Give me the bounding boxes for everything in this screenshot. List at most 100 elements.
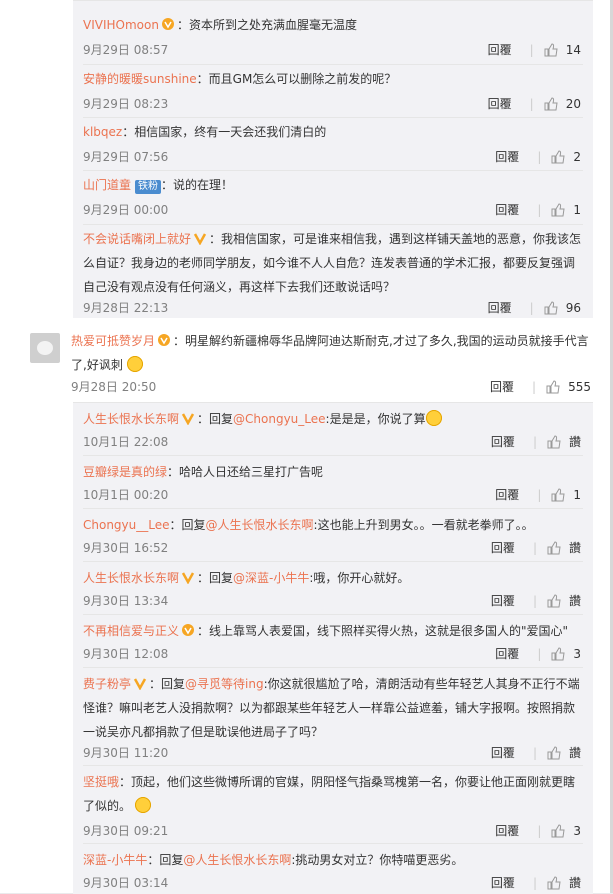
mention-link[interactable]: @人生长恨水长东啊 [206,518,314,532]
avatar[interactable] [30,333,60,363]
reply-item: Chongyu__Lee：回复@人生长恨水长东啊:这也能上升到男女。。一看就老拳… [73,509,593,562]
reply-prefix: ：回复 [197,412,234,426]
divider: | [532,379,537,394]
thumb-up-icon[interactable] [547,593,561,608]
reply-item: 山门道童 铁粉 ：说的在理！ 9月29日 00:00 回覆 | 1 [73,171,593,225]
reply-button[interactable]: 回覆 [491,744,515,761]
like-count: 3 [573,823,581,838]
thumb-up-icon[interactable] [546,379,560,394]
reply-button[interactable]: 回覆 [491,433,515,450]
vip-icon [161,18,174,30]
reply-button[interactable]: 回覆 [495,148,519,165]
reply-button[interactable]: 回覆 [495,822,519,839]
reply-item: 人生长恨水长东啊 ：回复@深蓝-小牛牛:哦，你开心就好。 9月30日 13:34 … [73,562,593,615]
divider: | [532,540,537,555]
reply-prefix: ：回复 [149,677,186,691]
reply-button[interactable]: 回覆 [488,95,512,112]
reply-item: 深蓝-小牛牛：回复@人生长恨水长东啊:挑动男女对立？你特喵更恶劣。 9月30日 … [73,844,593,894]
thumb-up-icon[interactable] [547,875,561,890]
thumb-up-icon[interactable] [544,42,558,57]
comment-feed: VIVIHOmoon ：资本所到之处充满血腥毫无温度 9月29日 08:57 回覆… [0,0,613,894]
thumb-up-icon[interactable] [544,300,558,315]
smile-emoji-icon [126,356,143,372]
commenter-name[interactable]: 人生长恨水长东啊 [83,412,179,426]
reply-item: VIVIHOmoon ：资本所到之处充满血腥毫无温度 9月29日 08:57 回覆… [73,1,593,65]
commenter-name[interactable]: 费子粉亭 [83,677,131,691]
commenter-name[interactable]: 不会说话嘴闭上就好 [83,232,191,246]
like-count: 1 [573,487,581,502]
commenter-name[interactable]: 不再相信爱与正义 [83,624,179,638]
reply-button[interactable]: 回覆 [495,645,519,662]
comment-time: 9月29日 08:23 [83,97,169,111]
reply-item: 不会说话嘴闭上就好 ：我相信国家，可是谁来相信我，遇到这样铺天盖地的恶意，你我该怎… [73,225,593,318]
commenter-name[interactable]: VIVIHOmoon [83,18,159,32]
comment-time: 9月30日 03:14 [83,876,169,890]
reply-list: 人生长恨水长东啊 ：回复@Chongyu_Lee:是是是，你说了算 10月1日 2… [73,402,593,894]
like-count: 讚 [568,876,581,890]
comment-text: :是是是，你说了算 [325,412,426,426]
thumb-up-icon[interactable] [551,202,565,217]
comment-time: 9月28日 20:50 [71,380,157,394]
commenter-name[interactable]: Chongyu__Lee [83,518,170,532]
divider: | [529,300,534,315]
reply-item: 人生长恨水长东啊 ：回复@Chongyu_Lee:是是是，你说了算 10月1日 2… [73,403,593,456]
vip-icon [193,233,207,245]
divider: | [537,149,542,164]
thumb-up-icon[interactable] [547,745,561,760]
commenter-name[interactable]: 山门道童 [83,178,131,192]
thumb-up-icon[interactable] [547,434,561,449]
like-count: 3 [573,646,581,661]
reply-button[interactable]: 回覆 [491,874,515,891]
main-comment: 热爱可抵赞岁月 ：明星解约新疆棉辱华品牌阿迪达斯耐克,才过了多久,我国的运动员就接… [0,325,613,401]
comment-time: 9月30日 11:20 [83,746,169,760]
commenter-name[interactable]: klbqez [83,125,122,139]
reply-button[interactable]: 回覆 [490,378,514,395]
divider: | [529,42,534,57]
like-count: 20 [565,96,581,111]
comment-time: 10月1日 00:20 [83,488,169,502]
commenter-name[interactable]: 豆瓣绿是真的绿 [83,465,167,479]
commenter-name[interactable]: 深蓝-小牛牛 [83,853,147,867]
commenter-name[interactable]: 安静的暖暖sunshine [83,72,197,86]
reply-button[interactable]: 回覆 [488,299,512,316]
reply-button[interactable]: 回覆 [495,486,519,503]
commenter-name[interactable]: 热爱可抵赞岁月 [71,334,155,348]
thumb-up-icon[interactable] [547,540,561,555]
comment-time: 10月1日 22:08 [83,435,169,449]
comment-time: 9月28日 22:13 [83,301,169,315]
vip-icon [181,572,195,584]
commenter-name[interactable]: 人生长恨水长东啊 [83,571,179,585]
reply-item: klbqez：相信国家，终有一天会还我们清白的 9月29日 07:56 回覆 | … [73,118,593,171]
reply-prefix: ：回复 [197,571,234,585]
reply-item: 不再相信爱与正义 ：线上靠骂人表爱国，线下照样买得火热，这就是很多国人的"爱国心"… [73,615,593,668]
comment-time: 9月29日 00:00 [83,203,169,217]
comment-time: 9月30日 13:34 [83,594,169,608]
reply-button[interactable]: 回覆 [488,41,512,58]
divider: | [532,875,537,890]
vip-icon [158,334,171,346]
mention-link[interactable]: @深蓝-小牛牛 [233,571,309,585]
reply-button[interactable]: 回覆 [495,201,519,218]
thumb-up-icon[interactable] [544,96,558,111]
like-count: 讚 [568,594,581,608]
smile-emoji-icon [134,797,151,813]
comment-text: ：线上靠骂人表爱国，线下照样买得火热，这就是很多国人的"爱国心" [197,624,569,638]
comment-text: ：相信国家，终有一天会还我们清白的 [122,125,327,139]
mention-link[interactable]: @人生长恨水长东啊 [183,853,291,867]
comment-time: 9月29日 07:56 [83,150,169,164]
thumb-up-icon[interactable] [551,646,565,661]
like-count: 555 [568,379,591,394]
reply-button[interactable]: 回覆 [491,592,515,609]
like-count: 14 [565,42,581,57]
comment-time: 9月30日 09:21 [83,824,169,838]
thumb-up-icon[interactable] [551,823,565,838]
thumb-up-icon[interactable] [551,149,565,164]
divider: | [537,487,542,502]
mention-link[interactable]: @Chongyu_Lee [233,412,326,426]
commenter-name[interactable]: 坚挺哦 [83,775,119,789]
comment-text: :哦，你开心就好。 [309,571,410,585]
thumb-up-icon[interactable] [551,487,565,502]
comment-text: :挑动男女对立？你特喵更恶劣。 [291,853,464,867]
reply-button[interactable]: 回覆 [491,539,515,556]
mention-link[interactable]: @寻觅等待ing [185,677,264,691]
